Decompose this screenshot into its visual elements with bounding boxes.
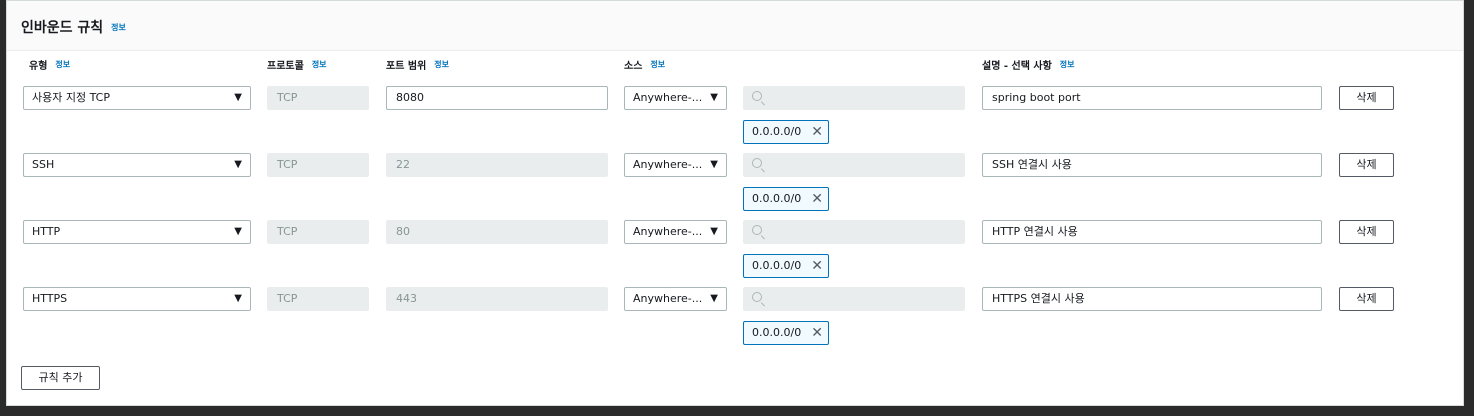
- column-header-port-range: 포트 범위 정보: [386, 57, 449, 72]
- protocol-field: TCP: [267, 86, 369, 110]
- port-range-field: 80: [386, 220, 608, 244]
- description-input[interactable]: spring boot port: [982, 86, 1322, 110]
- column-header-source: 소스 정보: [624, 57, 665, 72]
- cidr-search-input[interactable]: [743, 86, 965, 110]
- column-protocol-label: 프로토콜: [267, 61, 304, 72]
- type-select[interactable]: HTTPS ▼: [23, 287, 251, 311]
- cidr-search-input[interactable]: [743, 287, 965, 311]
- description-info-link[interactable]: 정보: [1060, 60, 1075, 69]
- rule-row: SSH ▼ TCP 22 Anywhere-... ▼ 0.0.0.0/0 ✕ SSH…: [7, 153, 1463, 213]
- inbound-rules-panel: 인바운드 규칙 정보 유형 정보 프로토콜 정보 포트 범위 정보 소스 정보 설명 - …: [6, 0, 1464, 406]
- cidr-search-input[interactable]: [743, 153, 965, 177]
- description-input[interactable]: HTTPS 연결시 사용: [982, 287, 1322, 311]
- panel-header: 인바운드 규칙 정보: [7, 1, 1463, 51]
- close-icon[interactable]: ✕: [811, 322, 823, 344]
- column-port-range-label: 포트 범위: [386, 61, 427, 72]
- type-select[interactable]: HTTP ▼: [23, 220, 251, 244]
- cidr-token: 0.0.0.0/0 ✕: [743, 120, 829, 144]
- source-select-value: Anywhere-...: [633, 91, 703, 104]
- delete-button[interactable]: 삭제: [1339, 153, 1394, 177]
- rule-row: HTTPS ▼ TCP 443 Anywhere-... ▼ 0.0.0.0/0 ✕ …: [7, 287, 1463, 347]
- panel-title-text: 인바운드 규칙: [21, 20, 104, 36]
- port-range-info-link[interactable]: 정보: [434, 60, 449, 69]
- protocol-field: TCP: [267, 220, 369, 244]
- source-select-value: Anywhere-...: [633, 292, 703, 305]
- close-icon[interactable]: ✕: [811, 255, 823, 277]
- description-input[interactable]: SSH 연결시 사용: [982, 153, 1322, 177]
- cidr-token-label: 0.0.0.0/0: [752, 125, 802, 138]
- delete-button[interactable]: 삭제: [1339, 287, 1394, 311]
- cidr-search-input[interactable]: [743, 220, 965, 244]
- cidr-token-label: 0.0.0.0/0: [752, 326, 802, 339]
- column-source-label: 소스: [624, 61, 643, 72]
- source-select[interactable]: Anywhere-... ▼: [624, 153, 727, 177]
- dropdown-arrow-icon: ▼: [710, 226, 718, 237]
- cidr-token: 0.0.0.0/0 ✕: [743, 321, 829, 345]
- cidr-token: 0.0.0.0/0 ✕: [743, 187, 829, 211]
- source-select-value: Anywhere-...: [633, 158, 703, 171]
- dropdown-arrow-icon: ▼: [710, 293, 718, 304]
- column-description-label: 설명 - 선택 사항: [982, 61, 1052, 72]
- cidr-token: 0.0.0.0/0 ✕: [743, 254, 829, 278]
- dropdown-arrow-icon: ▼: [710, 159, 718, 170]
- panel-title: 인바운드 규칙 정보: [21, 17, 126, 37]
- source-select[interactable]: Anywhere-... ▼: [624, 287, 727, 311]
- delete-button[interactable]: 삭제: [1339, 86, 1394, 110]
- protocol-info-link[interactable]: 정보: [312, 60, 327, 69]
- rule-row: HTTP ▼ TCP 80 Anywhere-... ▼ 0.0.0.0/0 ✕ HT…: [7, 220, 1463, 280]
- dropdown-arrow-icon: ▼: [234, 226, 242, 237]
- column-header-description: 설명 - 선택 사항 정보: [982, 57, 1075, 72]
- column-type-label: 유형: [29, 61, 48, 72]
- type-select-value: HTTP: [32, 225, 61, 238]
- close-icon[interactable]: ✕: [811, 121, 823, 143]
- source-select[interactable]: Anywhere-... ▼: [624, 220, 727, 244]
- column-header-protocol: 프로토콜 정보: [267, 57, 327, 72]
- type-info-link[interactable]: 정보: [55, 60, 70, 69]
- type-select-value: 사용자 지정 TCP: [32, 91, 110, 104]
- source-select-value: Anywhere-...: [633, 225, 703, 238]
- type-select-value: SSH: [32, 158, 55, 171]
- description-input[interactable]: HTTP 연결시 사용: [982, 220, 1322, 244]
- search-icon: [752, 91, 762, 101]
- column-header-type: 유형 정보: [29, 57, 70, 72]
- delete-button[interactable]: 삭제: [1339, 220, 1394, 244]
- source-info-link[interactable]: 정보: [650, 60, 665, 69]
- cidr-token-label: 0.0.0.0/0: [752, 192, 802, 205]
- dropdown-arrow-icon: ▼: [234, 293, 242, 304]
- search-icon: [752, 225, 762, 235]
- source-select[interactable]: Anywhere-... ▼: [624, 86, 727, 110]
- cidr-token-label: 0.0.0.0/0: [752, 259, 802, 272]
- add-rule-button[interactable]: 규칙 추가: [21, 366, 100, 390]
- port-range-field: 22: [386, 153, 608, 177]
- search-icon: [752, 158, 762, 168]
- dropdown-arrow-icon: ▼: [234, 92, 242, 103]
- close-icon[interactable]: ✕: [811, 188, 823, 210]
- title-info-link[interactable]: 정보: [111, 23, 126, 32]
- dropdown-arrow-icon: ▼: [710, 92, 718, 103]
- protocol-field: TCP: [267, 287, 369, 311]
- dropdown-arrow-icon: ▼: [234, 159, 242, 170]
- port-range-input[interactable]: 8080: [386, 86, 608, 110]
- search-icon: [752, 292, 762, 302]
- rule-row: 사용자 지정 TCP ▼ TCP 8080 Anywhere-... ▼ 0.0.0…: [7, 86, 1463, 146]
- type-select[interactable]: SSH ▼: [23, 153, 251, 177]
- protocol-field: TCP: [267, 153, 369, 177]
- port-range-field: 443: [386, 287, 608, 311]
- type-select[interactable]: 사용자 지정 TCP ▼: [23, 86, 251, 110]
- type-select-value: HTTPS: [32, 292, 68, 305]
